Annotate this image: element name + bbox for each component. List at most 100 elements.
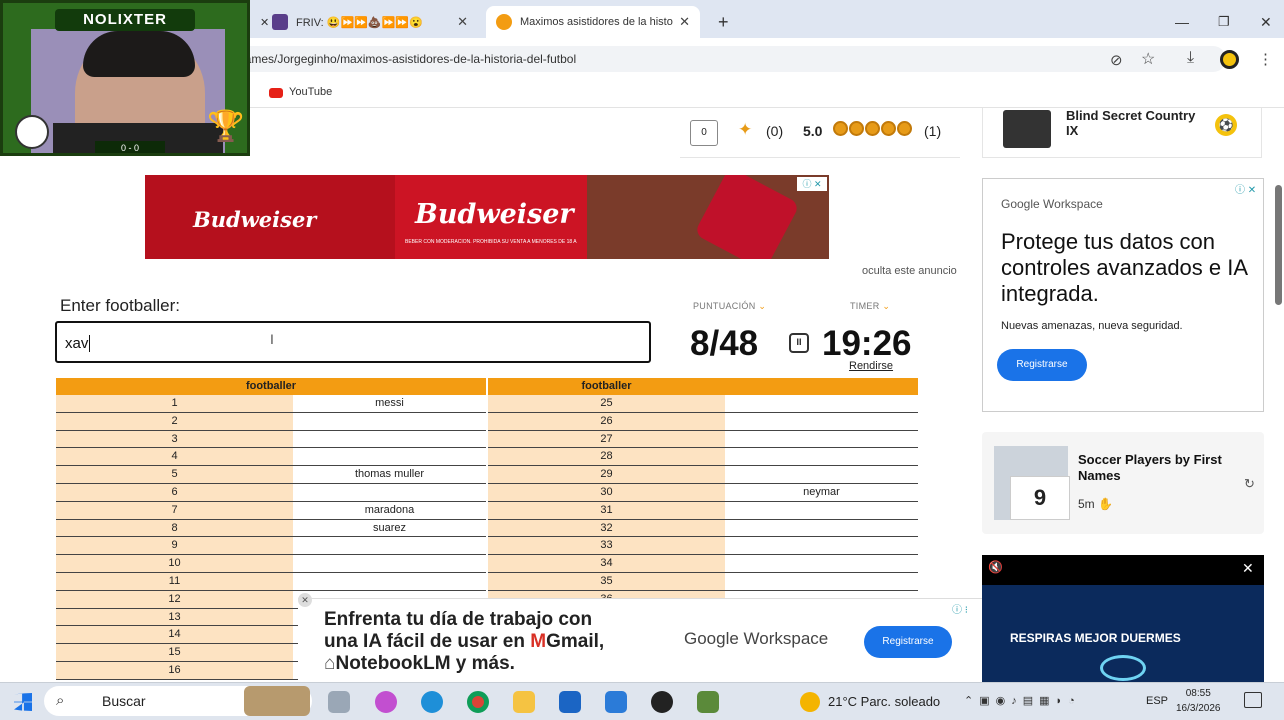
file-explorer-icon[interactable] <box>513 691 535 713</box>
row-number: 31 <box>488 501 725 519</box>
new-tab-button[interactable]: + <box>708 6 739 38</box>
quiz-title: Soccer Players by First Names <box>1078 452 1222 483</box>
answer-input[interactable]: xav <box>55 321 651 363</box>
give-up-link[interactable]: Rendirse <box>849 360 893 372</box>
row-answer <box>725 430 918 448</box>
obs-icon[interactable] <box>651 691 673 713</box>
table-row: 4 <box>56 448 486 467</box>
row-answer <box>293 483 486 501</box>
quiz-title: Blind Secret Country IX <box>1066 108 1196 138</box>
ad-panel: Budweiser BEBER CON MODERACIÓN. PROHIBID… <box>395 175 587 259</box>
eye-off-icon[interactable]: ⊘ <box>1110 51 1123 69</box>
row-number: 9 <box>56 537 293 555</box>
row-answer: suarez <box>293 519 486 537</box>
video-ad-bar <box>982 555 1264 585</box>
table-row: 3 <box>56 430 486 449</box>
google-workspace-ad-bottom[interactable]: ✕ Enfrenta tu día de trabajo con una IA … <box>298 593 982 682</box>
row-answer <box>725 555 918 572</box>
mute-icon[interactable]: 🔇 <box>988 560 1003 574</box>
menu-icon[interactable]: ⋮ <box>1258 50 1273 68</box>
row-number: 25 <box>488 395 725 412</box>
task-view-icon[interactable] <box>328 691 350 713</box>
weather-text[interactable]: 21°C Parc. soleado <box>828 694 940 709</box>
confetti-icon[interactable]: ✦ <box>738 120 752 140</box>
quiz-duration: 5m ✋ <box>1078 497 1113 511</box>
row-number: 32 <box>488 519 725 537</box>
row-number: 35 <box>488 572 725 590</box>
minecraft-icon[interactable] <box>697 691 719 713</box>
table-row: 8 suarez <box>56 519 486 538</box>
close-video-icon[interactable]: ✕ <box>1242 560 1254 577</box>
tab-friv[interactable]: FRIV: 😃⏩⏩💩⏩⏩😮 ✕ <box>262 6 478 38</box>
adchoices-icon[interactable]: ⓘ ⁝ <box>952 601 968 616</box>
text-cursor-icon: I <box>270 331 274 347</box>
tab-sporcle[interactable]: Maximos asistidores de la histo ✕ <box>486 6 700 38</box>
tab-close-icon[interactable]: ✕ <box>457 14 468 30</box>
row-answer <box>725 395 918 412</box>
adchoices-icon[interactable]: ⓘ ✕ <box>1235 181 1256 196</box>
ad-panel: Budweiser <box>145 175 395 259</box>
row-answer: messi <box>293 395 486 412</box>
hide-ad-link[interactable]: oculta este anuncio <box>862 265 957 277</box>
refresh-icon[interactable]: ↻ <box>1244 476 1255 492</box>
coin-icon <box>897 121 912 137</box>
row-answer <box>293 412 486 430</box>
register-button[interactable]: Registrarse <box>997 349 1087 381</box>
adchoices-icon[interactable]: ⓘ ✕ <box>797 177 827 191</box>
notification-icon[interactable] <box>1244 692 1262 708</box>
maximize-button[interactable]: ❐ <box>1208 6 1240 38</box>
search-highlight-image[interactable] <box>244 686 310 716</box>
language-indicator[interactable]: ESP <box>1146 695 1168 707</box>
related-quiz-card[interactable]: 9 Soccer Players by First Names 5m ✋ ↻ <box>982 432 1264 534</box>
minimize-button[interactable]: — <box>1165 6 1199 38</box>
copilot-icon[interactable] <box>375 691 397 713</box>
outlook-icon[interactable] <box>605 691 627 713</box>
timer-label[interactable]: TIMER ⌄ <box>850 301 890 312</box>
scrollbar-thumb[interactable] <box>1275 185 1282 305</box>
edge-icon[interactable] <box>421 691 443 713</box>
answer-input-value: xav <box>65 335 89 352</box>
related-quiz-top[interactable]: Blind Secret Country IX ⚽ <box>982 108 1262 158</box>
ad-subtext: Nuevas amenazas, nueva seguridad. <box>1001 320 1183 332</box>
pause-button[interactable]: II <box>789 333 809 353</box>
rating-count: (1) <box>924 123 942 139</box>
table-row: 34 <box>488 555 918 573</box>
window-close-button[interactable]: ✕ <box>1250 6 1282 38</box>
row-number: 29 <box>488 466 725 483</box>
row-number: 1 <box>56 395 293 412</box>
row-number: 33 <box>488 537 725 555</box>
ad-text: Enfrenta tu día de trabajo con una IA fá… <box>324 609 605 674</box>
chrome-icon[interactable] <box>467 691 489 713</box>
row-answer <box>293 572 486 590</box>
download-icon[interactable]: ⤓ <box>1187 49 1194 67</box>
register-button[interactable]: Registrarse <box>864 626 952 658</box>
row-answer <box>293 537 486 555</box>
bottle-image <box>693 175 801 259</box>
clock[interactable]: 08:55 16/3/2026 <box>1176 686 1221 716</box>
jersey-image: 9 <box>1010 476 1070 520</box>
video-ad[interactable]: 🔇 ✕ RESPIRAS MEJOR DUERMES <box>982 555 1264 682</box>
comment-icon[interactable]: 0 <box>690 120 718 146</box>
url-field[interactable]: games/Jorgeginho/maximos-asistidores-de-… <box>226 46 1226 72</box>
budweiser-ad[interactable]: Budweiser Budweiser BEBER CON MODERACIÓN… <box>145 175 829 259</box>
row-answer <box>293 555 486 572</box>
row-answer <box>293 448 486 466</box>
friv-favicon-icon <box>272 14 288 30</box>
star-icon[interactable]: ☆ <box>1141 49 1155 69</box>
tab-close-icon[interactable]: ✕ <box>679 14 690 30</box>
profile-avatar[interactable] <box>1220 50 1239 69</box>
rating-stars[interactable] <box>833 120 913 138</box>
row-number: 14 <box>56 626 293 644</box>
tray-icons[interactable]: ⌃▣◉♪▤▦◗◔ <box>964 694 1081 707</box>
coin-icon <box>865 121 880 137</box>
bookmark-youtube[interactable]: YouTube <box>289 86 332 98</box>
google-workspace-logo: Google Workspace <box>684 629 829 648</box>
close-ad-icon[interactable]: ✕ <box>298 593 312 607</box>
store-icon[interactable] <box>559 691 581 713</box>
streamer-name: NOLIXTER <box>55 9 195 31</box>
score-label[interactable]: PUNTUACIÓN ⌄ <box>693 301 766 312</box>
trophy-icon: 🏆 <box>207 110 245 143</box>
google-workspace-ad-side[interactable]: Google Workspace Protege tus datos con c… <box>982 178 1264 412</box>
streamer-hair <box>83 31 195 77</box>
score-display: 8/48 <box>690 324 759 363</box>
